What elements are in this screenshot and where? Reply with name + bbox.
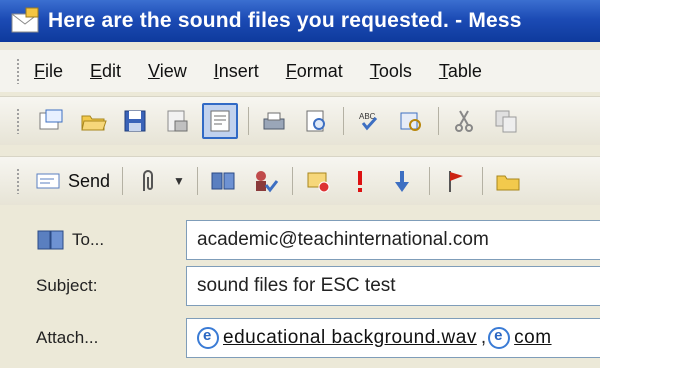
subject-row: Subject: sound files for ESC test (0, 266, 600, 306)
toolbar-separator (343, 107, 344, 135)
options-button[interactable] (301, 164, 335, 198)
toolbar-separator (248, 107, 249, 135)
menu-view[interactable]: View (148, 61, 187, 82)
menu-format[interactable]: Format (286, 61, 343, 82)
attach-field[interactable]: educational background.wav , com (186, 318, 600, 358)
spellcheck-icon: ABC (359, 112, 378, 131)
message-icon (10, 6, 44, 36)
copy-icon (495, 110, 517, 133)
print-icon (263, 112, 285, 130)
menu-table[interactable]: Table (439, 61, 482, 82)
send-label: Send (68, 170, 111, 191)
to-button[interactable]: To... (36, 220, 104, 260)
attachment-item[interactable]: com (488, 327, 551, 349)
research-icon (400, 112, 421, 131)
toolbar-separator (196, 167, 198, 195)
search-button[interactable] (299, 104, 333, 138)
importance-high-button[interactable] (343, 164, 377, 198)
send-icon (36, 173, 60, 189)
toolbar1-grip[interactable] (16, 108, 20, 134)
attachment-name: com (514, 327, 552, 348)
menubar-grip[interactable] (16, 58, 20, 84)
window-title: Here are the sound files you requested. … (48, 9, 522, 32)
search-icon (306, 110, 325, 132)
address-book-icon (37, 230, 64, 250)
options-icon (307, 172, 330, 193)
print-preview-icon (210, 110, 230, 132)
menu-edit[interactable]: Edit (90, 61, 121, 82)
save-icon (124, 110, 146, 132)
subject-label: Subject: (36, 276, 98, 295)
copy-button[interactable] (489, 104, 523, 138)
print-button[interactable] (257, 104, 291, 138)
address-book-icon (211, 172, 235, 190)
check-names-icon (255, 171, 279, 193)
menu-tools[interactable]: Tools (370, 61, 412, 82)
permission-icon (167, 110, 188, 132)
menu-file[interactable]: File (34, 61, 63, 82)
folder-button[interactable] (491, 164, 525, 198)
toolbar-separator (481, 167, 483, 195)
new-icon (39, 109, 63, 130)
message-toolbar: Send ▼ (0, 156, 600, 205)
toolbar2-grip[interactable] (16, 168, 20, 194)
standard-toolbar: ABC (0, 96, 600, 145)
toolbar-separator (291, 167, 293, 195)
importance-low-button[interactable] (385, 164, 419, 198)
address-book-button[interactable] (206, 164, 240, 198)
title-bar[interactable]: Here are the sound files you requested. … (0, 0, 600, 42)
spellcheck-button[interactable]: ABC (352, 104, 386, 138)
flag-button[interactable] (438, 164, 472, 198)
menu-bar: File Edit View Insert Format Tools Table (0, 50, 600, 92)
audio-file-icon (488, 327, 511, 349)
toolbar-separator (122, 167, 124, 195)
toolbar-separator (428, 167, 430, 195)
save-button[interactable] (118, 104, 152, 138)
attachment-name: educational background.wav (223, 327, 477, 348)
attach-row: Attach... educational background.wav , c… (0, 318, 600, 358)
message-window: Here are the sound files you requested. … (0, 0, 600, 368)
print-preview-button[interactable] (202, 103, 238, 139)
permission-button[interactable] (160, 104, 194, 138)
cut-icon (455, 110, 473, 132)
attachment-item[interactable]: educational background.wav (197, 327, 477, 349)
send-button[interactable]: Send (34, 169, 110, 193)
to-row: To... academic@teachinternational.com (0, 220, 600, 260)
toolbar-separator (438, 107, 439, 135)
open-icon (81, 115, 107, 131)
message-header-fields: To... academic@teachinternational.com Su… (0, 212, 600, 368)
check-names-button[interactable] (248, 164, 282, 198)
cut-button[interactable] (447, 104, 481, 138)
new-button[interactable] (34, 104, 68, 138)
audio-file-icon (197, 327, 219, 349)
to-field[interactable]: academic@teachinternational.com (186, 220, 600, 260)
attach-icon (143, 170, 154, 191)
importance-high-icon (357, 171, 362, 192)
subject-field[interactable]: sound files for ESC test (186, 266, 600, 306)
open-button[interactable] (76, 104, 110, 138)
flag-icon (448, 171, 463, 192)
menu-insert[interactable]: Insert (214, 61, 259, 82)
attach-label-button[interactable]: Attach... (36, 318, 98, 358)
attach-button[interactable] (131, 164, 165, 198)
research-button[interactable] (394, 104, 428, 138)
attachment-separator: , (480, 327, 487, 348)
folder-icon (496, 175, 520, 191)
attach-dropdown-arrow[interactable]: ▼ (173, 174, 185, 188)
to-label: To... (72, 230, 105, 249)
importance-low-icon (394, 171, 409, 192)
